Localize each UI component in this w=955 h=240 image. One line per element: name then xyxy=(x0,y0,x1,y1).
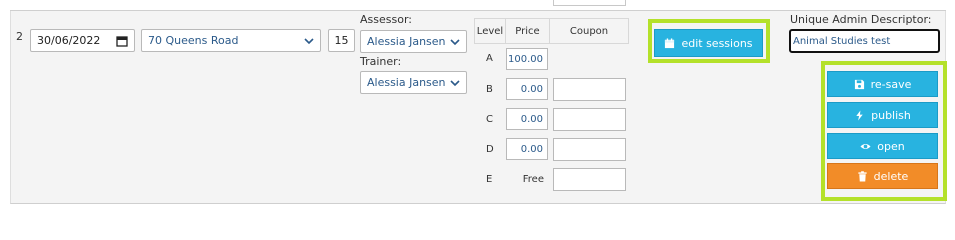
price-input-d[interactable]: 0.00 xyxy=(506,138,548,160)
publish-label: publish xyxy=(871,108,911,122)
trash-icon xyxy=(858,170,867,182)
previous-row-coupon-stub xyxy=(553,0,626,6)
calendar-icon[interactable] xyxy=(116,35,128,47)
venue-select[interactable]: 70 Queens Road xyxy=(141,29,321,52)
publish-button[interactable]: publish xyxy=(827,102,938,128)
quantity-value: 15 xyxy=(334,34,349,47)
level-c: C xyxy=(486,114,493,125)
level-d: D xyxy=(486,144,494,155)
open-label: open xyxy=(877,139,905,153)
coupon-input-b[interactable] xyxy=(553,78,626,101)
descriptor-input[interactable] xyxy=(789,29,940,53)
delete-button[interactable]: delete xyxy=(827,163,938,189)
coupon-header: Coupon xyxy=(549,18,629,44)
date-input[interactable]: 30/06/2022 xyxy=(30,29,135,52)
price-free-e: Free xyxy=(522,174,544,185)
price-header: Price xyxy=(505,18,550,44)
trainer-label: Trainer: xyxy=(360,55,402,68)
row-number: 2 xyxy=(16,30,23,43)
price-input-a[interactable]: 100.00 xyxy=(506,48,548,70)
save-icon xyxy=(854,79,864,89)
descriptor-label: Unique Admin Descriptor: xyxy=(790,13,932,26)
level-a: A xyxy=(486,53,493,64)
resave-label: re-save xyxy=(870,77,912,91)
trainer-value: Alessia Jansen xyxy=(367,76,446,89)
edit-sessions-button[interactable]: edit sessions xyxy=(654,29,763,57)
coupon-input-d[interactable] xyxy=(553,138,626,161)
coupon-input-e[interactable] xyxy=(553,168,626,191)
lightning-icon xyxy=(856,109,863,121)
assessor-value: Alessia Jansen xyxy=(367,35,446,48)
delete-label: delete xyxy=(873,169,909,183)
open-button[interactable]: open xyxy=(827,133,938,159)
price-input-b[interactable]: 0.00 xyxy=(506,78,548,100)
coupon-input-c[interactable] xyxy=(553,108,626,131)
edit-sessions-label: edit sessions xyxy=(681,36,753,50)
calendar-icon xyxy=(665,37,675,48)
top-strip xyxy=(0,0,955,10)
level-b: B xyxy=(486,84,493,95)
chevron-down-icon xyxy=(450,78,460,88)
price-input-c[interactable]: 0.00 xyxy=(506,108,548,130)
assessor-label: Assessor: xyxy=(360,13,412,26)
assessor-select[interactable]: Alessia Jansen xyxy=(360,30,467,53)
level-e: E xyxy=(486,174,493,185)
resave-button[interactable]: re-save xyxy=(827,71,938,97)
chevron-down-icon xyxy=(450,37,460,47)
level-header: Level xyxy=(474,18,506,44)
venue-value: 70 Queens Road xyxy=(148,34,239,47)
chevron-down-icon xyxy=(304,36,314,46)
trainer-select[interactable]: Alessia Jansen xyxy=(360,71,467,94)
date-value: 30/06/2022 xyxy=(37,34,101,47)
eye-icon xyxy=(860,143,871,149)
quantity-input[interactable]: 15 xyxy=(328,29,355,52)
